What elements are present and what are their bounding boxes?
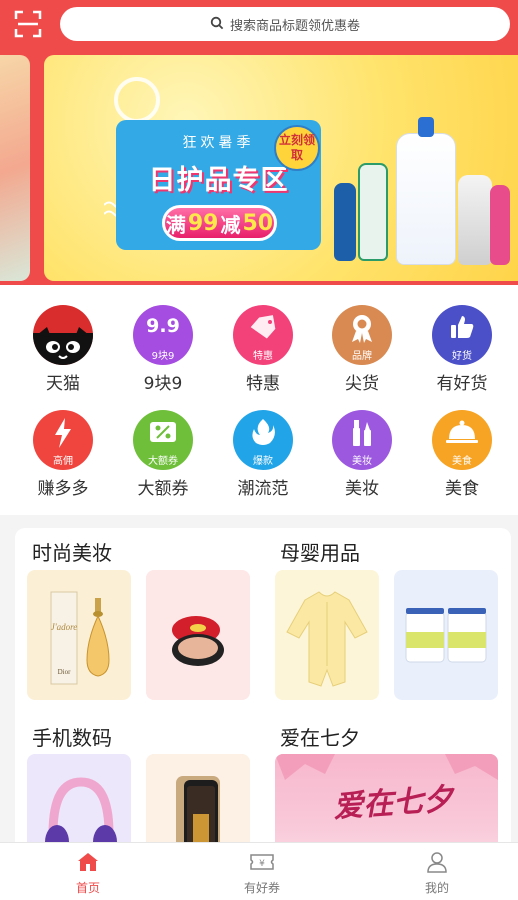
tab-coupons[interactable]: ¥ 有好券 — [222, 851, 302, 896]
cushion-compact-image[interactable] — [146, 570, 250, 700]
category-label: 潮流范 — [237, 479, 289, 499]
category-nine-nine[interactable]: 9.9 9块9 9块9 — [113, 305, 213, 405]
category-good-goods[interactable]: 好货 有好货 — [412, 305, 512, 405]
category-label: 有好货 — [436, 374, 488, 394]
user-icon — [427, 852, 447, 873]
category-label: 特惠 — [246, 374, 280, 394]
category-big-coupon[interactable]: 大额券 大额券 — [113, 410, 213, 510]
category-tag: 爆款 — [253, 456, 273, 467]
claim-now-badge[interactable]: 立刻领取 — [274, 125, 320, 171]
coupon-percent-icon: 大额券 — [133, 410, 193, 470]
bottle-pump-image — [418, 117, 434, 137]
category-cosmetics[interactable]: 美妆 美妆 — [312, 410, 412, 510]
tmall-cat-icon — [33, 305, 93, 365]
flame-trend-icon: 爆款 — [233, 410, 293, 470]
tab-home-label: 首页 — [75, 881, 100, 895]
tab-profile-label: 我的 — [424, 881, 449, 895]
category-label: 赚多多 — [37, 479, 89, 499]
toothpaste-tube-image — [358, 163, 388, 261]
brand-ribbon-icon: 品牌 — [332, 305, 392, 365]
category-tmall[interactable]: 天猫 — [13, 305, 113, 405]
bottom-tab-bar: 首页 ¥ 有好券 我的 — [0, 842, 518, 900]
deal-middle: 减 — [220, 212, 241, 237]
baby-onesie-image[interactable] — [275, 570, 379, 700]
category-tag: 品牌 — [352, 351, 372, 362]
perfume-bottle-image[interactable]: J'adore Dior — [27, 570, 131, 700]
scan-icon[interactable] — [14, 10, 42, 38]
category-tag: 大额券 — [148, 456, 178, 467]
coupon-ticket-icon: ¥ — [250, 854, 274, 870]
category-tag: 特惠 — [253, 351, 273, 362]
decor-ring — [114, 77, 160, 123]
promo-deal-pill[interactable]: 满 99 减 50 — [162, 205, 277, 241]
pantene-bottle-image — [490, 185, 510, 265]
category-tag: 高佣 — [53, 456, 73, 467]
deal-off: 50 — [242, 210, 274, 236]
lightning-icon: 高佣 — [33, 410, 93, 470]
qixi-banner-text: 爱在七夕 — [332, 781, 455, 826]
previous-slide-peek[interactable] — [0, 55, 30, 281]
search-input[interactable]: 搜索商品标题领优惠卷 — [60, 7, 510, 41]
category-label: 天猫 — [46, 374, 80, 394]
category-tag: 美妆 — [352, 456, 372, 467]
shower-gel-bottle-image — [396, 133, 456, 265]
tab-coupons-label: 有好券 — [243, 881, 280, 895]
food-cloche-icon: 美食 — [432, 410, 492, 470]
svg-text:J'adore: J'adore — [51, 622, 78, 632]
deal-amount: 99 — [187, 210, 219, 236]
milk-powder-image[interactable] — [394, 570, 498, 700]
price-tag-icon: 特惠 — [233, 305, 293, 365]
category-label: 美食 — [445, 479, 479, 499]
category-premium[interactable]: 品牌 尖货 — [312, 305, 412, 405]
product-sections: 时尚美妆 母婴用品 J'adore Dior 手机数码 爱在七夕 爱在七夕 — [15, 528, 511, 858]
thumbs-up-icon: 好货 — [432, 305, 492, 365]
svg-text:Dior: Dior — [58, 668, 72, 676]
section-title-qixi[interactable]: 爱在七夕 — [280, 722, 360, 751]
home-page: 搜索商品标题领优惠卷 狂欢暑季 日护品专区 立刻领取 满 99 减 50 天猫 … — [0, 0, 518, 900]
category-label: 大额券 — [137, 479, 189, 499]
category-label: 9块9 — [143, 374, 183, 394]
category-trendy[interactable]: 爆款 潮流范 — [213, 410, 313, 510]
section-title-fashion-beauty[interactable]: 时尚美妆 — [32, 537, 112, 566]
nine-nine-glyph: 9.9 — [146, 315, 180, 337]
deal-prefix: 满 — [165, 212, 186, 237]
tab-profile[interactable]: 我的 — [397, 851, 477, 896]
category-tag: 9块9 — [151, 351, 175, 362]
category-label: 尖货 — [345, 374, 379, 394]
svg-text:¥: ¥ — [259, 859, 265, 869]
tab-home[interactable]: 首页 — [48, 851, 128, 896]
search-icon — [210, 15, 224, 34]
category-tag: 美食 — [452, 456, 472, 467]
category-earn-more[interactable]: 高佣 赚多多 — [13, 410, 113, 510]
category-tag: 好货 — [452, 351, 472, 362]
section-title-digital[interactable]: 手机数码 — [32, 722, 112, 751]
category-food[interactable]: 美食 美食 — [412, 410, 512, 510]
shampoo-bottle-image — [458, 175, 492, 265]
search-placeholder: 搜索商品标题领优惠卷 — [229, 18, 360, 34]
category-special-offer[interactable]: 特惠 特惠 — [213, 305, 313, 405]
section-title-mother-baby[interactable]: 母婴用品 — [280, 537, 360, 566]
cosmetics-icon: 美妆 — [332, 410, 392, 470]
category-label: 美妆 — [345, 479, 379, 499]
promo-banner[interactable]: 狂欢暑季 日护品专区 立刻领取 满 99 减 50 — [44, 55, 518, 281]
category-grid: 天猫 9.9 9块9 9块9 特惠 特惠 品牌 尖货 好货 有好货 高佣 赚多多… — [0, 285, 518, 515]
home-icon — [78, 853, 98, 871]
toothpaste-box-image — [334, 183, 356, 261]
nine-nine-icon: 9.9 9块9 — [133, 305, 193, 365]
